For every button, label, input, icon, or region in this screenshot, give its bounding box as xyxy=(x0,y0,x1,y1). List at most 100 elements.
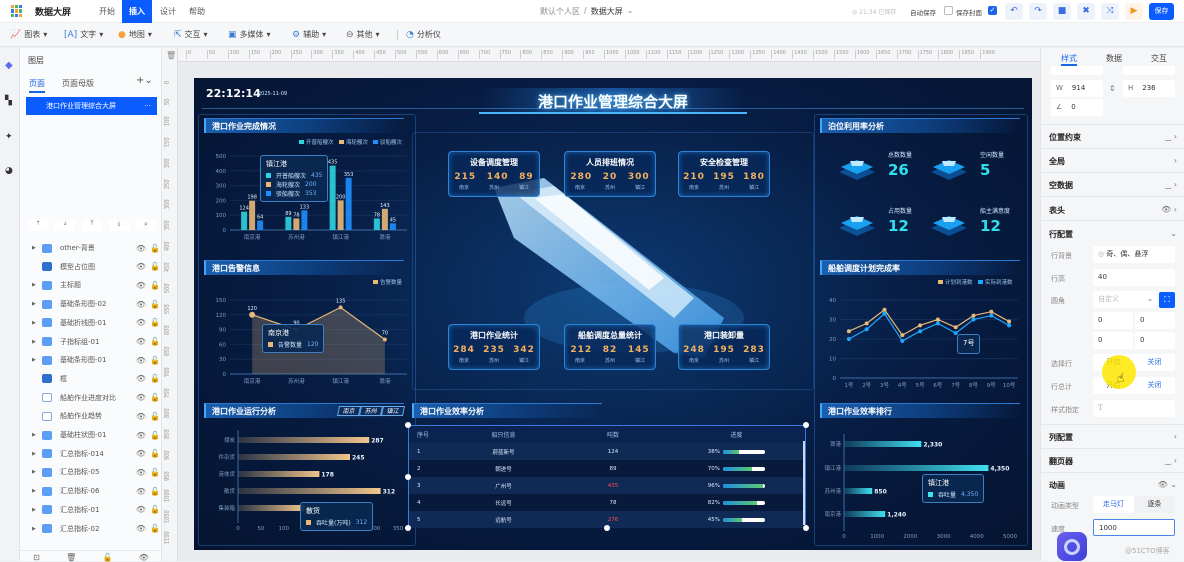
selection-handle[interactable] xyxy=(405,525,411,531)
section-empty-data[interactable]: 空数据 ‿ › xyxy=(1049,180,1177,191)
selection-handle[interactable] xyxy=(604,525,610,531)
tab-interaction[interactable]: 交互 xyxy=(1151,53,1167,64)
eye-icon[interactable]: 👁 xyxy=(134,300,148,309)
eye-icon[interactable]: 👁 xyxy=(134,318,148,327)
layer-item[interactable]: 船舶作业进度对比 👁 🔓 xyxy=(20,389,162,407)
layer-item[interactable]: ▶ 基础折线图-01 👁 🔓 xyxy=(20,314,162,332)
layer-item[interactable]: ▶ 汇总指标-01 👁 🔓 xyxy=(20,501,162,519)
lock-icon[interactable]: 🔓 xyxy=(148,262,162,271)
eye-icon[interactable]: 👁 xyxy=(134,524,148,533)
bring-top-icon[interactable]: ⤒ xyxy=(82,220,102,231)
selection-handle[interactable] xyxy=(405,422,411,428)
chevron-down-icon[interactable]: ⌄ xyxy=(627,6,634,17)
eye-icon[interactable]: 👁 xyxy=(134,468,148,477)
layer-item[interactable]: ▶ 汇总指标-05 👁 🔓 xyxy=(20,463,162,481)
selection-handle[interactable] xyxy=(803,422,809,428)
add-page-icon[interactable]: +⌄ xyxy=(136,75,153,86)
eye-icon[interactable]: 👁 xyxy=(134,281,148,290)
app-grid-icon[interactable] xyxy=(11,5,23,17)
eye-icon[interactable]: 👁 xyxy=(134,262,148,271)
lock-icon[interactable]: 🔓 xyxy=(148,524,162,533)
eye-icon[interactable]: 👁 xyxy=(134,337,148,346)
menu-design[interactable]: 设计 xyxy=(153,0,183,23)
toolbar-analyzer[interactable]: ◔ 分析仪 xyxy=(406,23,441,47)
anim-type-stepwise[interactable]: 逐条 xyxy=(1134,496,1175,513)
layer-item[interactable]: 船舶作业趋势 👁 🔓 xyxy=(20,407,162,425)
eye-icon[interactable]: 👁 xyxy=(134,449,148,458)
row-height-field[interactable]: 40 xyxy=(1093,269,1175,286)
auto-save-checkbox[interactable] xyxy=(944,6,953,15)
section-animation[interactable]: 动画 👁 ⌄ xyxy=(1049,480,1177,491)
table-scrollbar[interactable] xyxy=(803,441,805,525)
move-down-icon[interactable]: ⇣ xyxy=(55,220,75,231)
lock-icon[interactable]: 🔓 xyxy=(148,449,162,458)
menu-start[interactable]: 开始 xyxy=(92,0,122,23)
tab-pages[interactable]: 页面 xyxy=(29,78,45,93)
dashboard-screen[interactable]: 22:12:14 2025-11-09 港口作业管理综合大屏 港口作业完成情况 … xyxy=(194,78,1032,550)
radius-top-right[interactable]: 0 xyxy=(1135,312,1175,329)
toolbar-other[interactable]: ⊖ 其他 ▾ xyxy=(346,23,380,47)
share-icon[interactable]: ⤨ xyxy=(1101,3,1119,20)
layer-item[interactable]: ▶ 主标题 👁 🔓 xyxy=(20,276,162,294)
move-up-icon[interactable]: ⇡ xyxy=(28,220,48,231)
undo-icon[interactable]: ↶ xyxy=(1005,3,1023,20)
play-icon[interactable]: ▶ xyxy=(1125,3,1143,20)
anim-type-toggle[interactable]: 走马灯 逐条 xyxy=(1093,496,1175,513)
table-row[interactable]: 3 广州号 435 96% xyxy=(409,477,805,494)
x-field[interactable] xyxy=(1051,66,1103,75)
toolbar-map[interactable]: ● 地图 ▾ xyxy=(118,23,152,47)
rotation-field[interactable]: ∠ 0 xyxy=(1051,99,1103,116)
lock-icon[interactable]: 🔓 xyxy=(148,244,162,253)
lock-icon[interactable]: 🔓 xyxy=(148,505,162,514)
toolbar-interaction[interactable]: ⇱ 交互 ▾ xyxy=(174,23,208,47)
layer-item[interactable]: ▶ other-背景 👁 🔓 xyxy=(20,239,162,257)
components-icon[interactable]: ▚ xyxy=(5,96,12,106)
eye-icon[interactable]: 👁 xyxy=(134,487,148,496)
anim-type-marquee[interactable]: 走马灯 xyxy=(1093,496,1134,513)
section-pager[interactable]: 翻页器 ‿ › xyxy=(1049,456,1177,467)
lock-icon[interactable]: 🔓 xyxy=(148,318,162,327)
layer-item[interactable]: 框 👁 🔓 xyxy=(20,370,162,388)
radius-expand-button[interactable]: ⛶ xyxy=(1159,292,1175,308)
trash-icon[interactable]: 🗑 xyxy=(166,51,176,60)
menu-help[interactable]: 帮助 xyxy=(182,0,212,23)
eye-icon[interactable]: 👁 xyxy=(134,244,148,253)
eye-icon[interactable]: 👁 xyxy=(134,412,148,421)
tab-zhenjiang[interactable]: 镇江 xyxy=(380,406,406,416)
section-column-config[interactable]: 列配置 › xyxy=(1049,432,1177,443)
style-assign-field[interactable]: T xyxy=(1093,400,1175,417)
assistant-logo[interactable] xyxy=(1057,532,1087,561)
selection-handle[interactable] xyxy=(405,474,411,480)
lock-icon[interactable]: 🔓 xyxy=(148,337,162,346)
toolbar-helper[interactable]: ⚙ 辅助 ▾ xyxy=(292,23,326,47)
section-global[interactable]: 全局 › xyxy=(1049,156,1177,167)
eye-icon[interactable]: 👁 xyxy=(134,374,148,383)
layer-item[interactable]: 模型占位图 👁 🔓 xyxy=(20,258,162,276)
page-item-selected[interactable]: 港口作业管理综合大屏 ··· xyxy=(26,97,157,115)
more-icon[interactable]: ··· xyxy=(144,97,151,115)
radius-top-left[interactable]: 0 xyxy=(1093,312,1133,329)
layers-icon[interactable]: ◆ xyxy=(5,60,13,71)
width-field[interactable]: W 914 xyxy=(1051,80,1103,97)
lock-icon[interactable]: 🔓 xyxy=(148,300,162,309)
height-field[interactable]: H 236 xyxy=(1123,80,1175,97)
search-icon[interactable]: ⌕ xyxy=(136,220,156,231)
speed-field[interactable]: 1000 xyxy=(1093,519,1175,536)
efficiency-table[interactable]: 序号 船只信息 吨数 进度 1 蔚蓝新号 124 38% 2 朝进号 89 70% 3 广州号 43… xyxy=(408,425,806,528)
breadcrumb-workspace[interactable]: 默认个人区 xyxy=(540,6,580,17)
table-row[interactable]: 2 朝进号 89 70% xyxy=(409,460,805,477)
selection-handle[interactable] xyxy=(803,525,809,531)
layer-item[interactable]: ▶ 基础柱状图-01 👁 🔓 xyxy=(20,426,162,444)
lock-icon[interactable]: 🔓 xyxy=(148,374,162,383)
menu-insert[interactable]: 插入 xyxy=(122,0,152,23)
lock-icon[interactable]: 🔓 xyxy=(148,468,162,477)
lock-icon[interactable]: 🔓 xyxy=(148,412,162,421)
y-field[interactable] xyxy=(1123,66,1175,75)
save-cover-checkbox[interactable]: ✓ xyxy=(988,6,997,15)
preview-screen-icon[interactable]: ■ xyxy=(1053,3,1071,20)
layer-item[interactable]: ▶ 基础条形图-01 👁 🔓 xyxy=(20,351,162,369)
table-row[interactable]: 4 长远号 78 82% xyxy=(409,494,805,511)
send-bottom-icon[interactable]: ⤓ xyxy=(109,220,129,231)
eye-icon[interactable]: 👁 xyxy=(134,505,148,514)
lock-icon[interactable]: 🔓 xyxy=(148,393,162,402)
